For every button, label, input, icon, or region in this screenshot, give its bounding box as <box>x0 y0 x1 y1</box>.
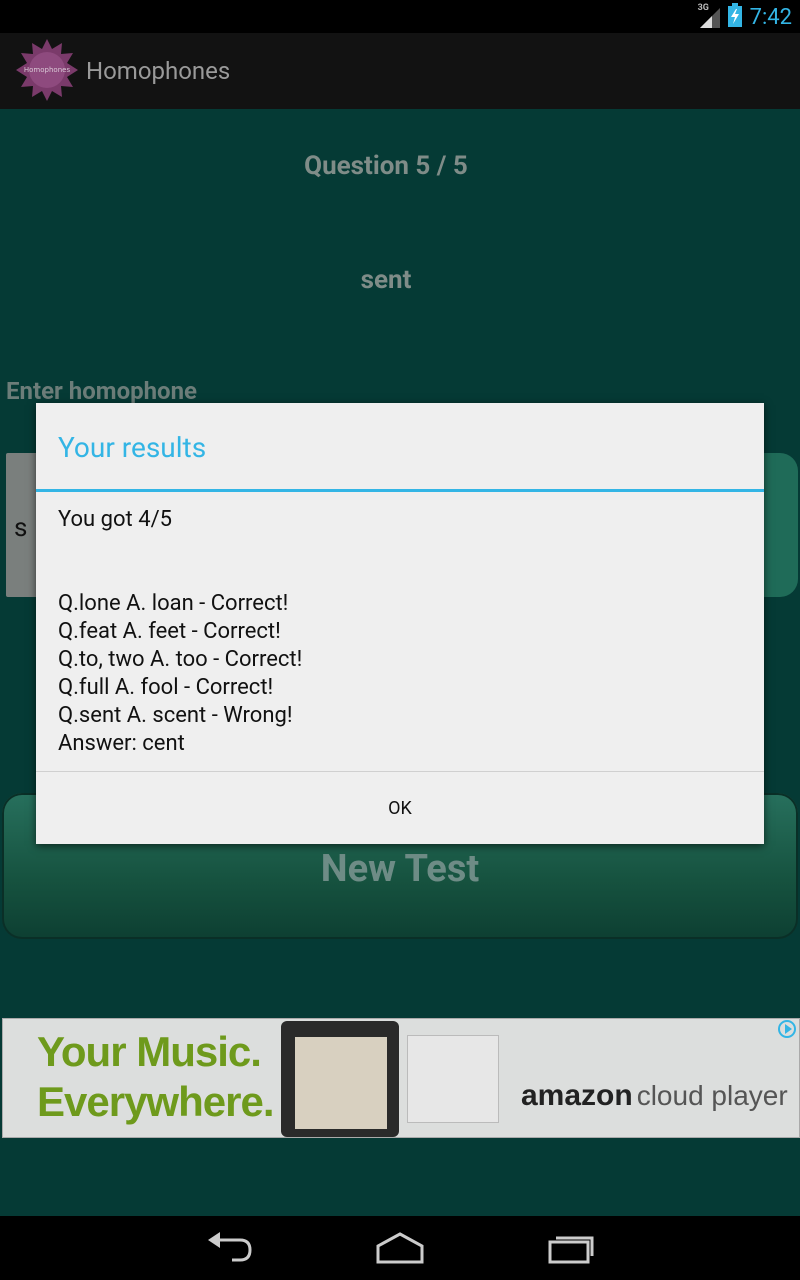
signal-3g-icon: 3G <box>697 3 720 28</box>
ad-product: cloud player <box>636 1080 788 1111</box>
home-icon[interactable] <box>374 1230 426 1266</box>
clock: 7:42 <box>749 4 792 30</box>
ad-choices-icon[interactable] <box>777 1019 797 1039</box>
ad-headline-line1: Your Music. <box>37 1028 262 1075</box>
ad-album-image <box>407 1035 499 1123</box>
dialog-title: Your results <box>58 431 207 464</box>
homophone-input-value: s <box>14 513 28 543</box>
status-icons: 3G 7:42 <box>697 3 792 31</box>
ok-button[interactable]: OK <box>36 772 764 844</box>
ad-headline-line2: Everywhere. <box>37 1078 274 1125</box>
dialog-body: You got 4/5 Q.lone A. loan - Correct! Q.… <box>58 506 748 758</box>
battery-charging-icon <box>727 3 742 31</box>
new-test-label: New Test <box>320 847 480 891</box>
action-bar: Homophones Homophones <box>0 33 800 109</box>
result-line: Q.sent A. scent - Wrong! <box>58 703 293 728</box>
ad-banner[interactable]: Your Music. Everywhere. amazon cloud play… <box>2 1018 800 1138</box>
back-icon[interactable] <box>204 1230 254 1266</box>
results-dialog: Your results You got 4/5 Q.lone A. loan … <box>36 403 764 844</box>
recent-apps-icon[interactable] <box>546 1230 596 1266</box>
navigation-bar <box>0 1216 800 1280</box>
result-line: Q.lone A. loan - Correct! <box>58 591 289 616</box>
result-line: Q.to, two A. too - Correct! <box>58 647 303 672</box>
ad-brand-logo: amazon cloud player <box>521 1079 788 1113</box>
status-bar: 3G 7:42 <box>0 0 800 33</box>
network-type-label: 3G <box>697 3 709 13</box>
question-counter: Question 5 / 5 <box>304 151 468 181</box>
current-word: sent <box>360 265 412 295</box>
ad-headline: Your Music. Everywhere. <box>37 1027 274 1127</box>
ad-phone-image <box>281 1021 399 1137</box>
app-title: Homophones <box>86 57 231 85</box>
input-label: Enter homophone <box>6 377 198 405</box>
ad-brand: amazon <box>521 1079 633 1112</box>
result-line: Q.full A. fool - Correct! <box>58 675 274 700</box>
app-logo-icon[interactable]: Homophones <box>16 39 78 101</box>
answer-line: Answer: cent <box>58 731 185 756</box>
result-line: Q.feat A. feet - Correct! <box>58 619 281 644</box>
app-logo-text: Homophones <box>24 66 71 74</box>
dialog-divider <box>36 489 764 492</box>
score-text: You got 4/5 <box>58 507 173 532</box>
